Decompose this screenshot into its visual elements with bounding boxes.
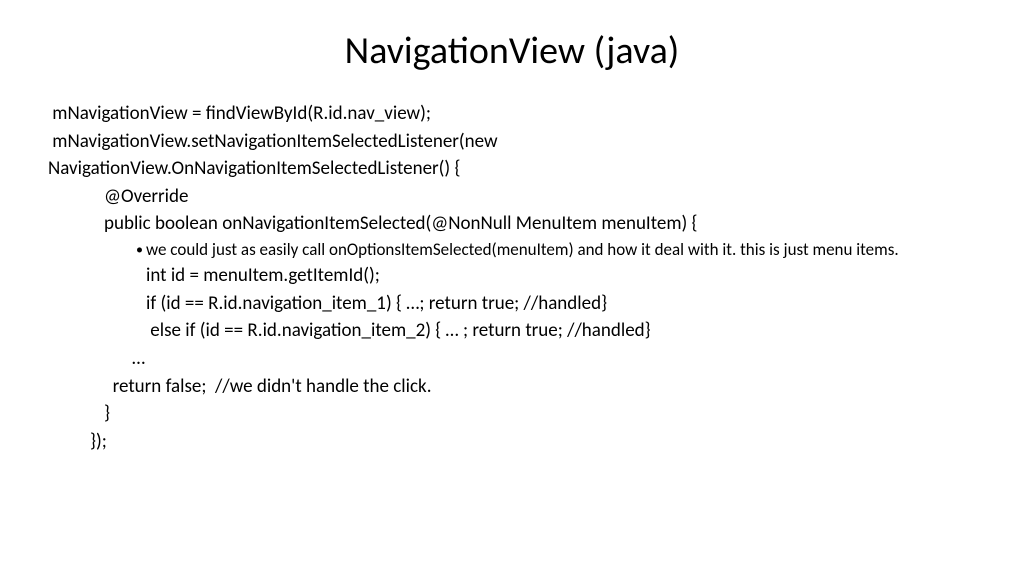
code-line: return false; //we didn't handle the cli… — [48, 373, 976, 401]
slide-title: NavigationView (java) — [48, 28, 976, 74]
code-line: }); — [48, 428, 976, 456]
bullet-text: we could just as easily call onOptionsIt… — [146, 239, 899, 260]
code-line: if (id == R.id.navigation_item_1) { …; r… — [48, 290, 976, 318]
code-line: } — [48, 400, 976, 428]
slide-content: mNavigationView = findViewById(R.id.nav_… — [48, 100, 976, 455]
code-line: else if (id == R.id.navigation_item_2) {… — [48, 317, 976, 345]
code-line: … — [48, 345, 976, 373]
code-line: mNavigationView = findViewById(R.id.nav_… — [48, 100, 976, 128]
bullet-line: • we could just as easily call onOptions… — [48, 238, 976, 263]
code-line: NavigationView.OnNavigationItemSelectedL… — [48, 155, 976, 183]
slide: NavigationView (java) mNavigationView = … — [0, 0, 1024, 576]
code-line: int id = menuItem.getItemId(); — [48, 262, 976, 290]
code-line: public boolean onNavigationItemSelected(… — [48, 210, 976, 238]
code-line: @Override — [48, 183, 976, 211]
bullet-icon: • — [136, 240, 143, 260]
code-line: mNavigationView.setNavigationItemSelecte… — [48, 128, 976, 156]
